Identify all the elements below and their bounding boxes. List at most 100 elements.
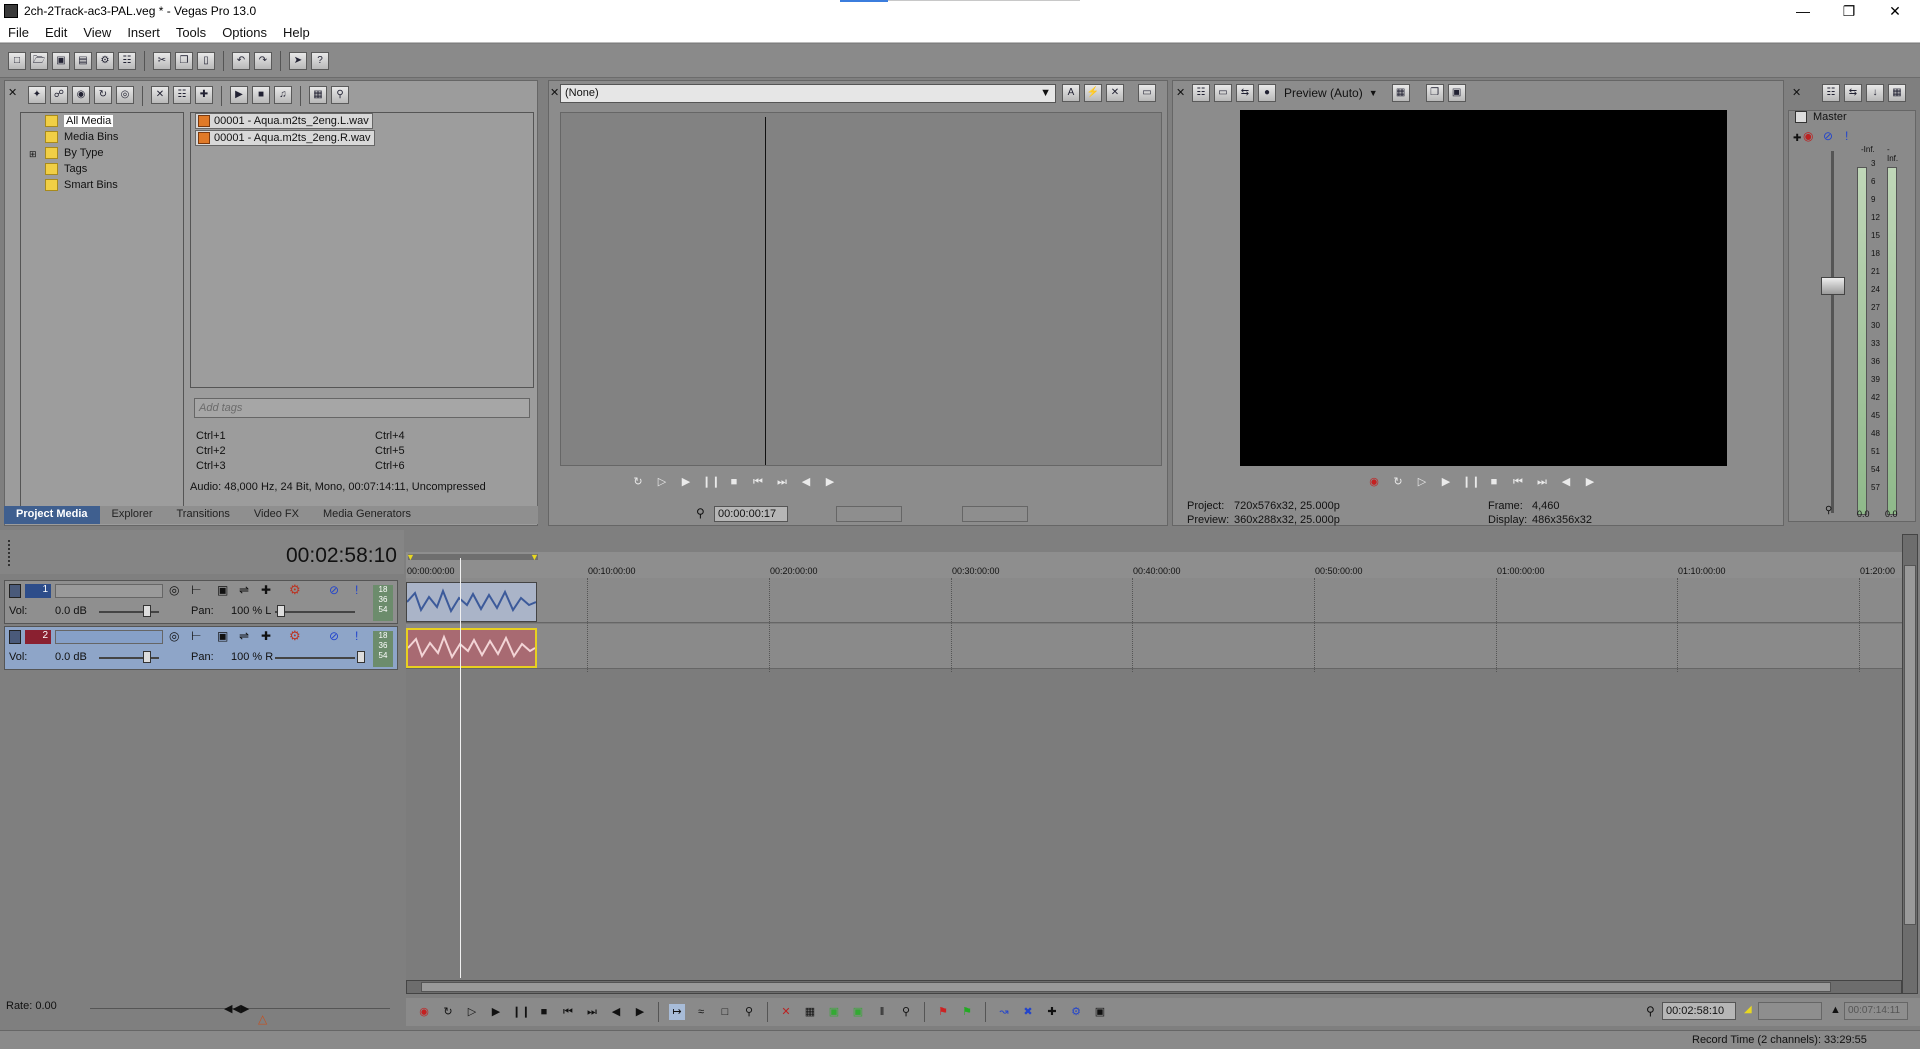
play-from-start-icon[interactable]: ▷ (654, 474, 670, 490)
vol-slider[interactable] (143, 651, 151, 663)
trim-end-icon[interactable]: ▣ (850, 1004, 866, 1020)
track-expand-icon[interactable] (9, 630, 21, 644)
dim-output-icon[interactable]: ↓ (1866, 84, 1884, 102)
minimize-icon[interactable]: — (1780, 0, 1826, 22)
preview-quality[interactable]: Preview (Auto) (1284, 86, 1363, 100)
next-frame-icon[interactable]: ▶ (632, 1004, 648, 1020)
undo-icon[interactable]: ↶ (232, 51, 250, 70)
trimmer-time[interactable]: 00:00:00:17 (714, 506, 788, 522)
insert-region-icon[interactable]: ⚑ (959, 1004, 975, 1020)
audio-clip-track1[interactable] (406, 582, 537, 622)
solo-icon[interactable]: ! (355, 629, 358, 643)
arm-record-icon[interactable]: ◎ (169, 629, 179, 643)
selection-tool-icon[interactable]: □ (717, 1004, 733, 1020)
open-icon[interactable]: 🗁 (30, 51, 48, 70)
get-media-icon[interactable]: ◉ (72, 86, 90, 104)
preview-quality-icon[interactable]: ● (1258, 84, 1276, 102)
play-icon[interactable]: ▶ (488, 1004, 504, 1020)
tags-input[interactable]: Add tags (194, 398, 530, 418)
loop-icon[interactable]: ↻ (630, 474, 646, 490)
tab-media-generators[interactable]: Media Generators (311, 506, 423, 524)
master-solo-icon[interactable]: ! (1845, 129, 1848, 143)
delete-icon[interactable]: ✕ (778, 1004, 794, 1020)
cut-icon[interactable]: ✂ (153, 51, 171, 70)
trimmer-close-icon[interactable]: ✕ (550, 86, 559, 99)
save-as-icon[interactable]: ▤ (74, 51, 92, 70)
go-to-start-icon[interactable]: ⏮ (1510, 474, 1526, 490)
stop-icon[interactable]: ■ (536, 1004, 552, 1020)
overlays-icon[interactable]: ▦ (1391, 84, 1410, 102)
menu-help[interactable]: Help (275, 25, 318, 40)
preview-properties-icon[interactable]: ☷ (1192, 84, 1210, 102)
paste-icon[interactable]: ▯ (197, 51, 215, 70)
views-icon[interactable]: ▦ (309, 86, 327, 104)
track-fx-icon[interactable]: ▣ (217, 629, 228, 643)
track-automation-icon[interactable]: ⇌ (239, 629, 249, 643)
rate-slider[interactable]: ◀◀▶ (224, 1002, 249, 1015)
drag-handle[interactable] (8, 540, 14, 566)
trimmer-out-field[interactable] (962, 506, 1028, 522)
tab-project-media[interactable]: Project Media (4, 506, 100, 524)
pause-icon[interactable]: ❙❙ (702, 474, 720, 490)
record-icon[interactable]: ◉ (416, 1004, 432, 1020)
track-settings-icon[interactable]: ⚙ (289, 582, 301, 598)
edit-tool-icon[interactable]: ➤ (289, 51, 307, 70)
play-icon[interactable]: ▶ (678, 474, 694, 490)
track-settings-icon[interactable]: ⚙ (289, 628, 301, 644)
trimmer-view[interactable] (560, 112, 1162, 466)
properties-icon[interactable]: ☷ (118, 51, 136, 70)
track-pan-icon[interactable]: ✚ (261, 583, 271, 597)
web-icon[interactable]: ◎ (116, 86, 134, 104)
auto-crossfade-icon[interactable]: ✖ (1020, 1004, 1036, 1020)
meter-layout-icon[interactable]: ▦ (1888, 84, 1906, 102)
prev-frame-icon[interactable]: ◀ (798, 474, 814, 490)
new-icon[interactable]: □ (8, 51, 26, 70)
master-insert-fx-icon[interactable]: ✚ (1793, 133, 1801, 144)
master-mute-icon[interactable]: ⊘ (1823, 129, 1833, 143)
go-to-start-icon[interactable]: ⏮ (750, 474, 766, 490)
next-frame-icon[interactable]: ▶ (822, 474, 838, 490)
insert-marker-icon[interactable]: ⚑ (935, 1004, 951, 1020)
normal-edit-tool-icon[interactable]: ↦ (669, 1004, 685, 1020)
trim-start-icon[interactable]: ▣ (826, 1004, 842, 1020)
menu-options[interactable]: Options (214, 25, 275, 40)
pan-slider[interactable] (357, 651, 365, 663)
mute-icon[interactable]: ⊘ (329, 629, 339, 643)
horizontal-scrollbar[interactable] (406, 980, 1902, 994)
pan-slider[interactable] (277, 605, 285, 617)
audio-clip-track2[interactable] (406, 628, 537, 668)
next-frame-icon[interactable]: ▶ (1582, 474, 1598, 490)
trimmer-in-field[interactable] (836, 506, 902, 522)
render-icon[interactable]: ⚙ (96, 51, 114, 70)
lock-icon[interactable]: ⚲ (1825, 505, 1832, 516)
prev-frame-icon[interactable]: ◀ (1558, 474, 1574, 490)
auto-ripple-icon[interactable]: ↝ (996, 1004, 1012, 1020)
snapping-icon[interactable]: ✚ (1044, 1004, 1060, 1020)
stop-icon[interactable]: ■ (726, 474, 742, 490)
save-icon[interactable]: ▣ (52, 51, 70, 70)
tab-video-fx[interactable]: Video FX (242, 506, 311, 524)
track-header-1[interactable]: 1 ◎ ⊢ ▣ ⇌ ✚ ⚙ ⊘ ! Vol: 0.0 dB Pan: 100 %… (4, 580, 398, 624)
play-from-start-icon[interactable]: ▷ (1414, 474, 1430, 490)
menu-insert[interactable]: Insert (119, 25, 168, 40)
track-pan-icon[interactable]: ✚ (261, 629, 271, 643)
media-file-item[interactable]: 00001 - Aqua.m2ts_2eng.L.wav (195, 113, 373, 129)
media-file-item[interactable]: 00001 - Aqua.m2ts_2eng.R.wav (195, 130, 375, 146)
save-snapshot-icon[interactable]: ▣ (1447, 84, 1466, 102)
tab-explorer[interactable]: Explorer (100, 506, 165, 524)
trimmer-monitor-icon[interactable]: ▭ (1138, 84, 1156, 102)
stop-preview-icon[interactable]: ■ (252, 86, 270, 104)
master-record-icon[interactable]: ◉ (1803, 129, 1813, 143)
timeline-cursor[interactable] (460, 558, 461, 978)
master-close-icon[interactable]: ✕ (1792, 86, 1801, 99)
record-icon[interactable]: ◉ (1366, 474, 1382, 490)
search-icon[interactable]: ⚲ (331, 86, 349, 104)
auto-preview-icon[interactable]: ♫ (274, 86, 292, 104)
pause-icon[interactable]: ❙❙ (512, 1004, 530, 1020)
go-to-end-icon[interactable]: ⏭ (584, 1004, 600, 1020)
preview-close-icon[interactable]: ✕ (1176, 86, 1185, 99)
downmix-icon[interactable]: ⇆ (1844, 84, 1862, 102)
arm-record-icon[interactable]: ◎ (169, 583, 179, 597)
vol-slider[interactable] (143, 605, 151, 617)
menu-edit[interactable]: Edit (37, 25, 75, 40)
